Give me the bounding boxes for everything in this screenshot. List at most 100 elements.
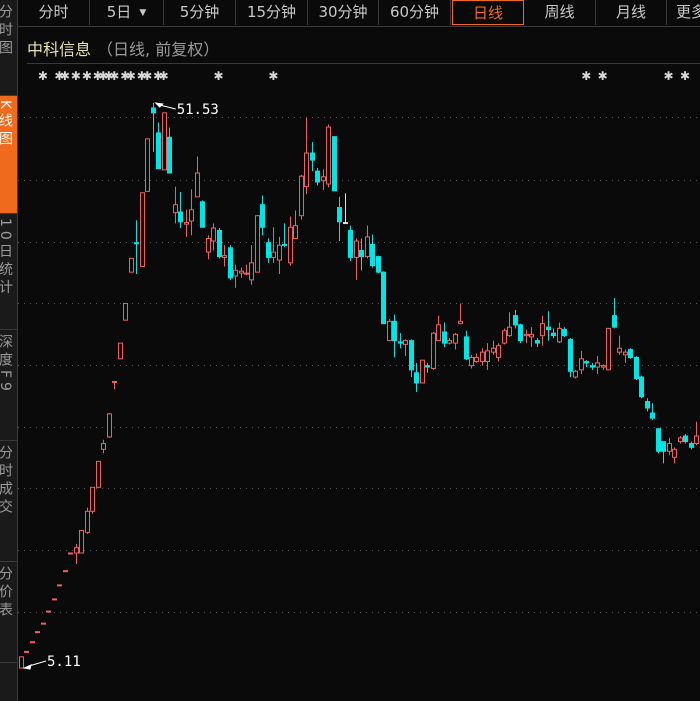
candle-body: [656, 428, 661, 452]
candle-body: [573, 370, 578, 378]
candle-body: [184, 222, 189, 225]
candle: [359, 238, 364, 271]
side-tab-label: 深度F9: [0, 334, 13, 395]
candle: [639, 375, 644, 399]
candle-body: [661, 441, 666, 452]
candle-body: [332, 136, 337, 192]
candle-body: [491, 347, 496, 353]
candle: [606, 327, 611, 371]
candle-body: [540, 323, 545, 337]
candle: [266, 238, 271, 263]
candle: [228, 245, 233, 280]
side-tab-stats[interactable]: 10日统计: [0, 214, 17, 330]
tab-5min[interactable]: 5分钟: [164, 0, 236, 25]
tab-60min[interactable]: 60分钟: [379, 0, 451, 25]
candle: [420, 359, 425, 384]
candle-body: [409, 340, 414, 371]
candle-body: [634, 356, 639, 379]
candle: [365, 225, 370, 259]
chevron-down-icon[interactable]: ▼: [139, 8, 146, 18]
tab-label: 更多: [676, 3, 700, 21]
candle-body: [315, 170, 320, 183]
candle-body: [513, 315, 518, 326]
candle-body: [277, 244, 282, 261]
candle-body: [321, 176, 326, 182]
candle-body: [85, 510, 90, 533]
candle: [41, 622, 46, 625]
candle-body: [398, 341, 403, 344]
candle: [249, 245, 254, 285]
candle-body: [112, 380, 117, 383]
candle-body: [96, 460, 101, 488]
candle-body: [233, 269, 238, 277]
candle-body: [118, 342, 123, 360]
candle-body: [326, 126, 331, 185]
candle-body: [689, 443, 694, 448]
candle: [529, 327, 534, 347]
side-tab-label: 10日统计: [0, 218, 13, 298]
tab-daily[interactable]: 日线: [452, 0, 524, 25]
side-tab-ticks[interactable]: 分时成交: [0, 441, 17, 562]
candle: [173, 186, 178, 224]
candle-body: [359, 249, 364, 258]
candle-body: [140, 192, 145, 268]
candle-body: [244, 272, 249, 275]
candle-body: [19, 656, 24, 669]
event-marker-icon: ✱: [126, 69, 136, 83]
tab-label: 月线: [615, 3, 646, 21]
candle-body: [458, 320, 463, 325]
tab-more[interactable]: 更多: [667, 0, 700, 25]
candle-body: [178, 211, 183, 223]
side-tab-kline[interactable]: K线图: [0, 96, 17, 214]
candle-body: [271, 251, 276, 258]
candle: [650, 403, 655, 420]
candle-body: [211, 227, 216, 242]
candle-body: [590, 365, 595, 368]
tab-15min[interactable]: 15分钟: [236, 0, 308, 25]
candle: [458, 303, 463, 325]
side-tab-strip: 分时图 K线图 10日统计 深度F9 分时成交 分价表: [0, 0, 18, 701]
candle: [321, 169, 326, 191]
candle-body: [425, 365, 430, 368]
candle-body: [650, 412, 655, 419]
candle: [30, 641, 35, 644]
side-tab-depth[interactable]: 深度F9: [0, 330, 17, 441]
candle-body: [162, 112, 167, 171]
candle: [129, 257, 134, 273]
candle-body: [496, 345, 501, 358]
tab-30min[interactable]: 30分钟: [308, 0, 379, 25]
candle: [694, 421, 699, 446]
side-tab-price-volume[interactable]: 分价表: [0, 562, 17, 663]
tab-monthly[interactable]: 月线: [596, 0, 667, 25]
side-tab-label: 分时图: [0, 4, 13, 58]
event-marker-icon: ✱: [268, 69, 278, 83]
candle-body: [392, 320, 397, 342]
tab-intraday[interactable]: 分时: [18, 0, 90, 25]
candle: [162, 112, 167, 171]
event-marker-icon: ✱: [60, 69, 70, 83]
candle: [195, 156, 200, 198]
side-tab-intraday[interactable]: 分时图: [0, 0, 17, 96]
candle: [568, 338, 573, 378]
candle: [354, 238, 359, 280]
candle-body: [683, 435, 688, 443]
candlestick-chart[interactable]: ✱ ✱✱ ✱ ✱ ✱✱✱✱ ✱✱ ✱✱ ✱✱ ✱ ✱ ✱ ✱ ✱ ✱ 51.53 5.11: [18, 64, 700, 701]
event-marker-icon: ✱: [71, 69, 81, 83]
candle-body: [535, 340, 540, 344]
candle: [431, 331, 436, 370]
candle-body: [266, 242, 271, 258]
stock-name: 中科信息: [27, 40, 92, 59]
low-arrow-icon: [22, 660, 47, 670]
tab-5day[interactable]: 5日 ▼: [90, 0, 164, 25]
candle-body: [480, 351, 485, 363]
tab-label: 60分钟: [389, 3, 440, 21]
tab-weekly[interactable]: 周线: [524, 0, 596, 25]
candle-body: [46, 610, 51, 613]
candle: [167, 127, 172, 174]
candle: [425, 362, 430, 373]
candle-body: [249, 262, 254, 281]
candle: [447, 338, 452, 345]
candle: [332, 136, 337, 192]
candle: [184, 209, 189, 237]
candle-body: [282, 243, 287, 246]
